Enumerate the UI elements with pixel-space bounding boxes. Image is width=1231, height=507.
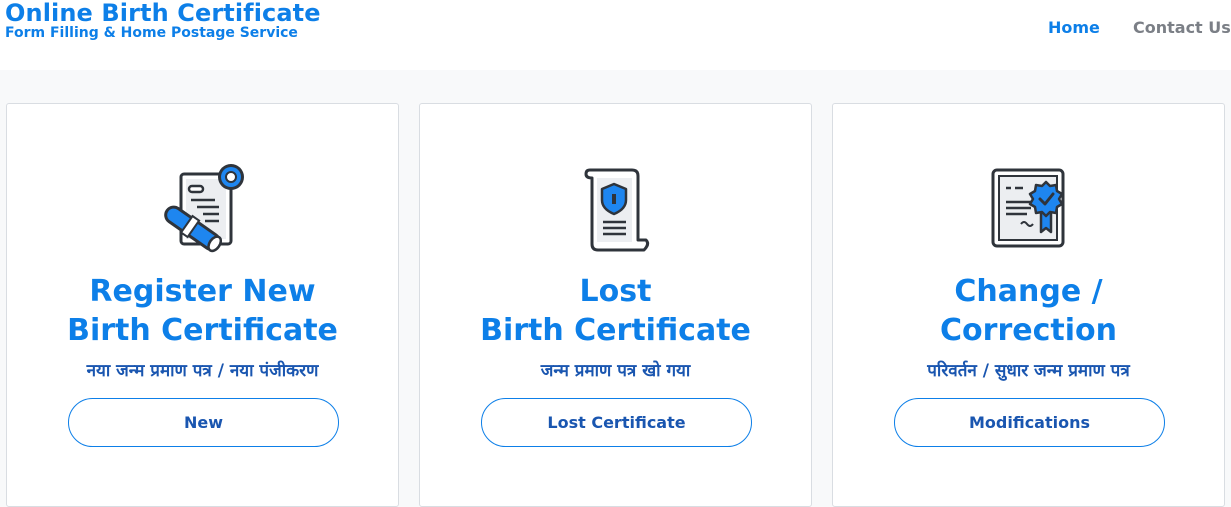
- scroll-shield-icon: [584, 168, 649, 252]
- certificate-badge-icon: [991, 168, 1064, 248]
- card-subtitle-hindi: परिवर्तन / सुधार जन्म प्रमाण पत्र: [927, 361, 1130, 381]
- card-title: Change / Correction: [940, 274, 1117, 348]
- card-title: Register New Birth Certificate: [67, 274, 338, 348]
- lost-certificate-button[interactable]: Lost Certificate: [481, 398, 752, 447]
- lost-certificate-card: Lost Birth Certificate जन्म प्रमाण पत्र …: [419, 103, 812, 507]
- card-subtitle-hindi: जन्म प्रमाण पत्र खो गया: [540, 361, 691, 381]
- nav-home-link[interactable]: Home: [1048, 18, 1100, 37]
- brand-title: Online Birth Certificate: [5, 0, 321, 27]
- brand-logo[interactable]: Online Birth Certificate Form Filling & …: [5, 0, 321, 40]
- modifications-button[interactable]: Modifications: [894, 398, 1165, 447]
- card-subtitle-hindi: नया जन्म प्रमाण पत्र / नया पंजीकरण: [86, 361, 319, 381]
- register-new-card: Register New Birth Certificate नया जन्म …: [6, 103, 399, 507]
- change-correction-card: Change / Correction परिवर्तन / सुधार जन्…: [832, 103, 1225, 507]
- new-button[interactable]: New: [68, 398, 339, 447]
- nav-contact-link[interactable]: Contact Us: [1133, 18, 1231, 37]
- top-navbar: Online Birth Certificate Form Filling & …: [0, 0, 1231, 70]
- card-title: Lost Birth Certificate: [480, 274, 751, 348]
- brand-subtitle: Form Filling & Home Postage Service: [5, 25, 298, 41]
- certificate-diploma-icon: [163, 164, 244, 253]
